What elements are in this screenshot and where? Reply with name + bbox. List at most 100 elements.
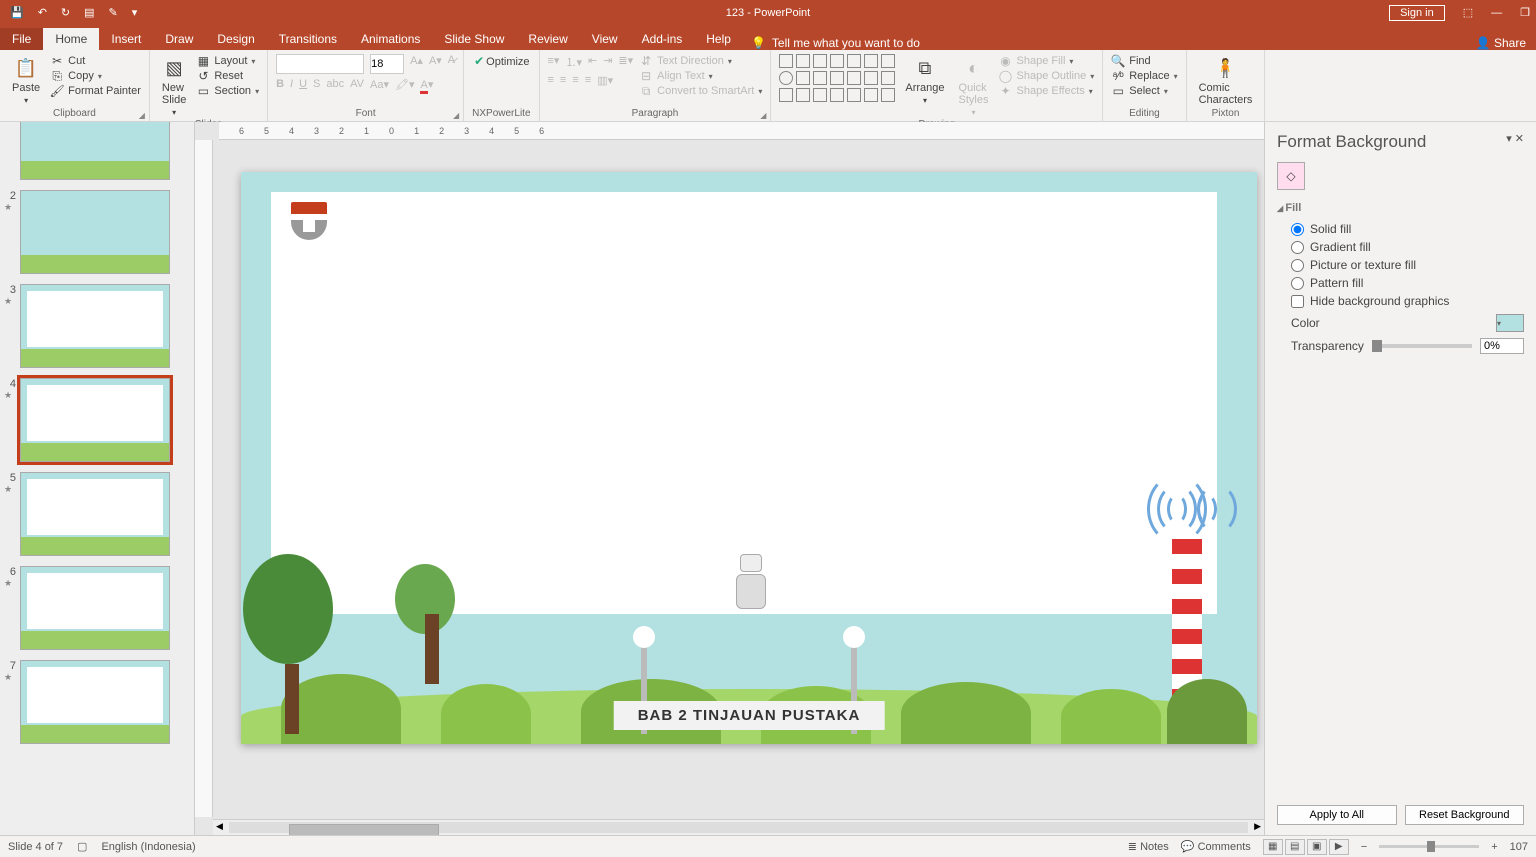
apply-to-all-button[interactable]: Apply to All <box>1277 805 1397 825</box>
slide[interactable]: BAB 2 TINJAUAN PUSTAKA <box>241 172 1257 744</box>
font-name-input[interactable] <box>276 54 364 74</box>
paragraph-launcher-icon[interactable]: ◢ <box>760 111 766 120</box>
tab-draw[interactable]: Draw <box>153 28 205 50</box>
slide-indicator[interactable]: Slide 4 of 7 <box>8 841 63 853</box>
quick-styles-button[interactable]: ◐Quick Styles▾ <box>955 54 993 119</box>
tab-slideshow[interactable]: Slide Show <box>432 28 516 50</box>
thumb-1[interactable] <box>20 122 170 180</box>
find-button[interactable]: 🔍Find <box>1111 54 1177 68</box>
spellcheck-icon[interactable]: ▢ <box>77 840 87 853</box>
replace-button[interactable]: ᵃ⁄ᵇReplace <box>1111 69 1177 83</box>
select-button[interactable]: ▭Select <box>1111 84 1177 98</box>
slide-canvas[interactable]: 6 5 4 3 2 1 0 1 2 3 4 5 6 <box>195 122 1264 835</box>
layout-button[interactable]: ▦Layout <box>196 54 259 68</box>
minimize-icon[interactable]: — <box>1491 7 1502 19</box>
share-button[interactable]: 👤 Share <box>1476 36 1536 50</box>
bullets-icon[interactable]: ≡▾ <box>548 54 560 70</box>
pane-menu-icon[interactable]: ▾ ✕ <box>1506 132 1524 152</box>
tab-review[interactable]: Review <box>516 28 579 50</box>
shape-effects-button[interactable]: ✦Shape Effects <box>999 84 1095 98</box>
transparency-input[interactable] <box>1480 338 1524 354</box>
thumb-2[interactable] <box>20 190 170 274</box>
case-button[interactable]: Aa▾ <box>370 78 389 91</box>
normal-view-icon[interactable]: ▦ <box>1263 839 1283 855</box>
new-slide-button[interactable]: ▧ New Slide▾ <box>158 54 190 119</box>
sorter-view-icon[interactable]: ▤ <box>1285 839 1305 855</box>
columns-icon[interactable]: ▥▾ <box>597 74 613 87</box>
thumb-3[interactable] <box>20 284 170 368</box>
numbering-icon[interactable]: ⒈▾ <box>565 54 582 70</box>
reset-button[interactable]: ↺Reset <box>196 69 259 83</box>
cut-button[interactable]: ✂Cut <box>50 54 141 68</box>
pattern-fill-option[interactable]: Pattern fill <box>1291 276 1524 290</box>
slide-thumbnails[interactable]: 1 2★ 3★ 4★ 5★ 6★ 7★ <box>0 122 195 835</box>
optimize-button[interactable]: ✔Optimize <box>472 54 529 68</box>
align-left-icon[interactable]: ≡ <box>548 74 554 87</box>
highlight-button[interactable]: 🖍▾ <box>395 78 415 91</box>
fill-section[interactable]: Fill Solid fill Gradient fill Picture or… <box>1277 202 1524 360</box>
slideshow-view-icon[interactable]: ▶ <box>1329 839 1349 855</box>
section-button[interactable]: ▭Section <box>196 84 259 98</box>
strike-button[interactable]: S <box>313 78 320 91</box>
undo-icon[interactable]: ↶ <box>38 6 47 19</box>
horizontal-scrollbar[interactable]: ◀ ▶ <box>213 819 1264 835</box>
increase-font-icon[interactable]: A▴ <box>410 54 423 74</box>
font-launcher-icon[interactable]: ◢ <box>453 111 459 120</box>
zoom-slider[interactable] <box>1379 845 1479 848</box>
tab-addins[interactable]: Add-ins <box>630 28 695 50</box>
arrange-button[interactable]: ⧉Arrange▾ <box>901 54 948 107</box>
picture-fill-option[interactable]: Picture or texture fill <box>1291 258 1524 272</box>
smartart-button[interactable]: ⧉Convert to SmartArt <box>639 84 762 98</box>
solid-fill-option[interactable]: Solid fill <box>1291 222 1524 236</box>
zoom-level[interactable]: 107 <box>1510 841 1528 853</box>
reset-background-button[interactable]: Reset Background <box>1405 805 1525 825</box>
language-indicator[interactable]: English (Indonesia) <box>101 841 195 853</box>
thumb-6[interactable] <box>20 566 170 650</box>
shape-outline-button[interactable]: ◯Shape Outline <box>999 69 1095 83</box>
hide-bg-graphics-checkbox[interactable]: Hide background graphics <box>1291 294 1524 308</box>
qat-more-icon[interactable]: ▾ <box>132 6 138 19</box>
shape-fill-button[interactable]: ◉Shape Fill <box>999 54 1095 68</box>
line-spacing-icon[interactable]: ≣▾ <box>618 54 633 70</box>
tab-animations[interactable]: Animations <box>349 28 432 50</box>
font-size-input[interactable] <box>370 54 404 74</box>
transparency-slider[interactable] <box>1372 344 1472 348</box>
tab-view[interactable]: View <box>580 28 630 50</box>
spacing-button[interactable]: AV <box>350 78 364 91</box>
decrease-font-icon[interactable]: A▾ <box>429 54 442 74</box>
paste-button[interactable]: 📋 Paste▾ <box>8 54 44 107</box>
thumb-5[interactable] <box>20 472 170 556</box>
font-color-button[interactable]: A▾ <box>420 78 433 91</box>
align-text-button[interactable]: ⊟Align Text <box>639 69 762 83</box>
tab-file[interactable]: File <box>0 28 43 50</box>
comic-characters-button[interactable]: 🧍Comic Characters <box>1195 54 1257 108</box>
comments-button[interactable]: 💬 Comments <box>1181 840 1251 853</box>
touch-mode-icon[interactable]: ✎ <box>109 6 118 19</box>
tell-me[interactable]: 💡 Tell me what you want to do <box>751 36 920 50</box>
fill-tab-icon[interactable]: ◇ <box>1277 162 1305 190</box>
copy-button[interactable]: ⎘Copy <box>50 69 141 83</box>
tab-insert[interactable]: Insert <box>99 28 153 50</box>
gradient-fill-option[interactable]: Gradient fill <box>1291 240 1524 254</box>
underline-button[interactable]: U <box>299 78 307 91</box>
clipboard-launcher-icon[interactable]: ◢ <box>139 111 145 120</box>
shadow-button[interactable]: abc <box>326 78 344 91</box>
bold-button[interactable]: B <box>276 78 284 91</box>
ribbon-display-icon[interactable]: ⬚ <box>1463 6 1473 19</box>
color-picker[interactable] <box>1496 314 1524 332</box>
redo-icon[interactable]: ↻ <box>61 6 70 19</box>
maximize-icon[interactable]: ❐ <box>1520 6 1530 19</box>
shapes-gallery[interactable] <box>779 54 895 102</box>
italic-button[interactable]: I <box>290 78 293 91</box>
save-icon[interactable]: 💾 <box>10 6 24 19</box>
start-show-icon[interactable]: ▤ <box>84 6 94 19</box>
align-right-icon[interactable]: ≡ <box>572 74 578 87</box>
indent-dec-icon[interactable]: ⇤ <box>588 54 597 70</box>
indent-inc-icon[interactable]: ⇥ <box>603 54 612 70</box>
tab-design[interactable]: Design <box>205 28 266 50</box>
text-direction-button[interactable]: ⇵Text Direction <box>639 54 762 68</box>
tab-home[interactable]: Home <box>43 28 99 50</box>
sign-in-button[interactable]: Sign in <box>1389 5 1445 21</box>
zoom-in-icon[interactable]: + <box>1491 841 1497 853</box>
format-painter-button[interactable]: 🖌Format Painter <box>50 84 141 98</box>
